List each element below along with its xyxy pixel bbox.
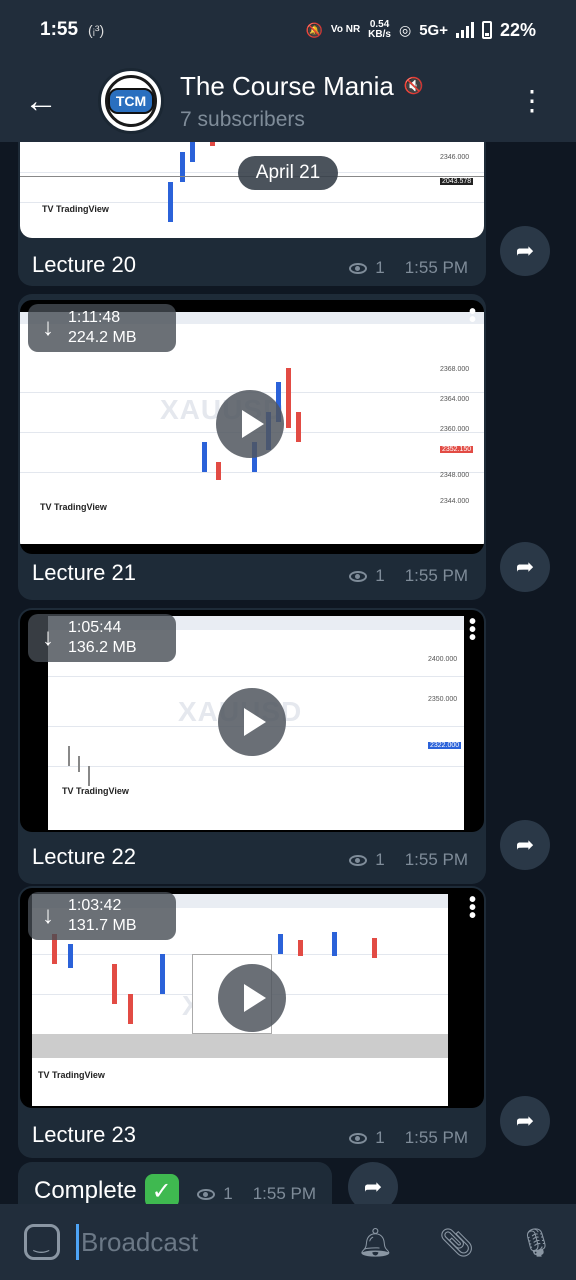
status-time: 1:55 bbox=[40, 19, 79, 40]
message-caption: Lecture 21 bbox=[32, 560, 136, 585]
avatar[interactable]: TCM bbox=[98, 68, 164, 134]
video-duration: 1:11:48 bbox=[68, 309, 121, 326]
download-badge[interactable]: ↓ 1:11:48 224.2 MB bbox=[28, 304, 176, 352]
signal-icon bbox=[455, 22, 474, 38]
more-options-icon[interactable]: ⋮ bbox=[518, 87, 546, 115]
message-meta: 1 1:55 PM bbox=[349, 258, 468, 278]
message-meta: 1 1:55 PM bbox=[197, 1184, 316, 1204]
eye-icon bbox=[349, 1132, 368, 1144]
volte-icon: Vo NR bbox=[330, 24, 361, 35]
back-arrow-icon[interactable]: ← bbox=[24, 84, 64, 118]
text-cursor bbox=[76, 1224, 79, 1260]
play-icon[interactable] bbox=[218, 688, 286, 756]
date-separator: April 21 bbox=[238, 156, 338, 190]
message-list[interactable]: TV TradingView 2346.000 2043.578 Lecture… bbox=[0, 142, 576, 1204]
channel-title: The Course Mania 🔇 bbox=[180, 70, 424, 101]
emoji-icon[interactable] bbox=[24, 1224, 60, 1260]
video-duration: 1:05:44 bbox=[68, 619, 122, 636]
video-thumbnail[interactable]: XAUUSD TV TradingView 2368.000 2364.000 … bbox=[20, 300, 484, 554]
message-bubble[interactable]: XAUUSD TV TradingView 2400.000 2350.000 … bbox=[18, 608, 486, 884]
status-icons: 🔕 Vo NR 0.54 KB/s ◎ 5G+ 22% bbox=[305, 20, 536, 41]
share-button[interactable]: ➦ bbox=[500, 1096, 550, 1146]
message-bubble[interactable]: XA TV TradingView ↓ 1:03:42 131.7 MB bbox=[18, 886, 486, 1158]
mute-icon: 🔕 bbox=[305, 21, 323, 38]
eye-icon bbox=[349, 262, 368, 274]
message-input[interactable]: Broadcast bbox=[81, 1227, 198, 1258]
message-caption: Lecture 22 bbox=[32, 844, 136, 869]
eye-icon bbox=[197, 1188, 216, 1200]
download-arrow-icon[interactable]: ↓ bbox=[28, 902, 68, 930]
download-badge[interactable]: ↓ 1:05:44 136.2 MB bbox=[28, 614, 176, 662]
video-size: 224.2 MB bbox=[68, 329, 137, 346]
video-size: 136.2 MB bbox=[68, 639, 137, 656]
eye-icon bbox=[349, 854, 368, 866]
check-mark-icon: ✓ bbox=[144, 1174, 179, 1204]
download-badge[interactable]: ↓ 1:03:42 131.7 MB bbox=[28, 892, 176, 940]
bell-icon[interactable]: 🔔︎ bbox=[357, 1226, 393, 1259]
message-text: Complete ✓ bbox=[34, 1174, 179, 1204]
play-icon[interactable] bbox=[218, 964, 286, 1032]
video-menu-icon[interactable]: • • • bbox=[469, 302, 476, 338]
microphone-icon[interactable]: 🎙︎ bbox=[518, 1226, 554, 1259]
message-composer: Broadcast 🔔︎ 📎︎ 🎙︎ bbox=[0, 1204, 576, 1280]
network-speed: 0.54 KB/s bbox=[368, 19, 391, 40]
download-arrow-icon[interactable]: ↓ bbox=[28, 314, 68, 342]
message-bubble[interactable]: Complete ✓ 1 1:55 PM bbox=[18, 1162, 332, 1204]
chat-header: ← TCM The Course Mania 🔇 7 subscribers ⋮ bbox=[0, 60, 576, 142]
share-button[interactable]: ➦ bbox=[500, 820, 550, 870]
video-size: 131.7 MB bbox=[68, 917, 137, 934]
message-meta: 1 1:55 PM bbox=[349, 566, 468, 586]
play-icon[interactable] bbox=[216, 390, 284, 458]
muted-icon: 🔇 bbox=[403, 78, 424, 95]
message-meta: 1 1:55 PM bbox=[349, 1128, 468, 1148]
share-button[interactable]: ➦ bbox=[500, 226, 550, 276]
hotspot-icon: ◎ bbox=[398, 21, 412, 38]
battery-icon bbox=[481, 21, 492, 39]
avatar-monogram: TCM bbox=[107, 88, 155, 114]
share-button[interactable]: ➦ bbox=[500, 542, 550, 592]
video-menu-icon[interactable]: • • • bbox=[469, 890, 476, 926]
status-bar: 1:55 (ᵢ³) 🔕 Vo NR 0.54 KB/s ◎ 5G+ 22% bbox=[0, 0, 576, 60]
battery-level: 22% bbox=[499, 19, 536, 40]
channel-info[interactable]: The Course Mania 🔇 7 subscribers bbox=[180, 71, 424, 132]
video-thumbnail[interactable]: XAUUSD TV TradingView 2400.000 2350.000 … bbox=[20, 610, 484, 832]
message-bubble[interactable]: XAUUSD TV TradingView 2368.000 2364.000 … bbox=[18, 294, 486, 600]
eye-icon bbox=[349, 570, 368, 582]
video-duration: 1:03:42 bbox=[68, 897, 122, 914]
network-type: 5G+ bbox=[419, 21, 448, 39]
message-caption: Lecture 23 bbox=[32, 1122, 136, 1147]
wifi-calling-icon: (ᵢ³) bbox=[88, 22, 105, 38]
download-arrow-icon[interactable]: ↓ bbox=[28, 624, 68, 652]
subscriber-count: 7 subscribers bbox=[180, 107, 305, 131]
attachment-icon[interactable]: 📎︎ bbox=[439, 1226, 475, 1259]
message-meta: 1 1:55 PM bbox=[349, 850, 468, 870]
share-button[interactable]: ➦ bbox=[348, 1162, 398, 1204]
message-caption: Lecture 20 bbox=[32, 252, 136, 277]
video-menu-icon[interactable]: • • • bbox=[469, 612, 476, 648]
video-thumbnail[interactable]: XA TV TradingView ↓ 1:03:42 131.7 MB bbox=[20, 888, 484, 1108]
